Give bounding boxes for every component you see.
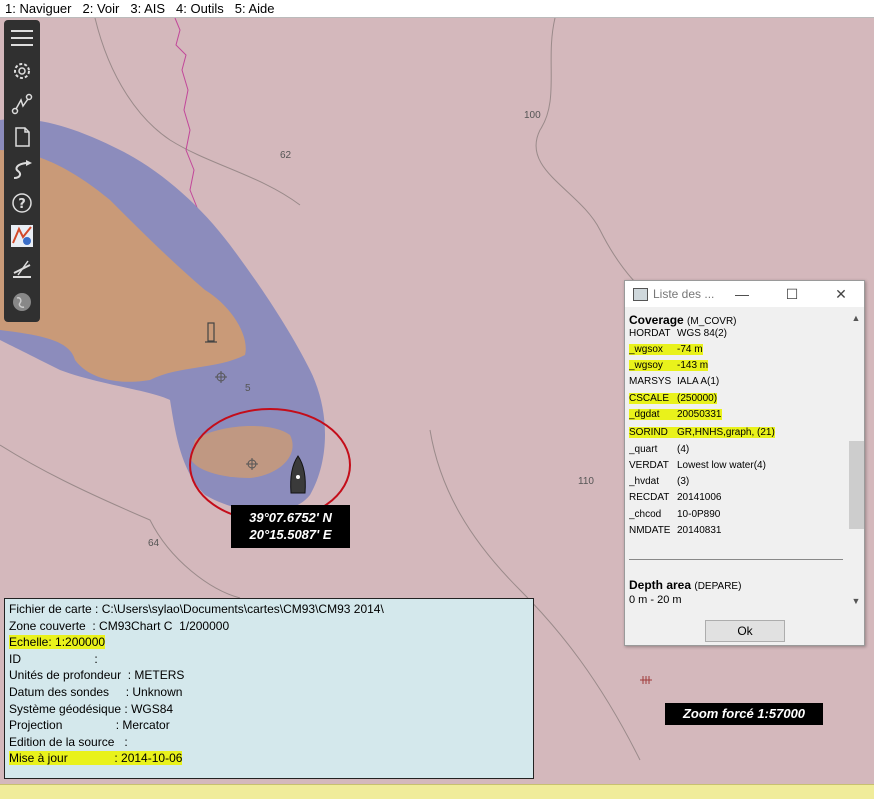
menu-outils[interactable]: 4: Outils — [171, 1, 230, 16]
menu-icon[interactable] — [8, 24, 36, 52]
settings-icon[interactable] — [8, 57, 36, 85]
attribute-value: -74 m — [677, 344, 703, 355]
scrollbar-thumb[interactable] — [849, 441, 864, 529]
status-bar — [0, 784, 874, 799]
attribute-value: 20050331 — [677, 409, 722, 420]
depth-sounding: 64 — [148, 538, 160, 549]
attribute-key: RECDAT — [629, 492, 670, 503]
coverage-code: (M_COVR) — [687, 316, 737, 327]
menu-aide[interactable]: 5: Aide — [230, 1, 281, 16]
projection-text: Projection : Mercator — [9, 718, 170, 733]
ais-icon[interactable] — [8, 255, 36, 283]
attribute-value: (250000) — [677, 393, 718, 404]
attribute-value: Lowest low water(4) — [677, 460, 766, 471]
id-text: ID : — [9, 651, 98, 666]
depth-sounding: 100 — [524, 110, 541, 121]
dialog-title: Liste des ... — [653, 287, 715, 301]
coverage-heading: Coverage (M_COVR) — [629, 313, 737, 327]
coverage-title: Coverage — [629, 313, 684, 327]
menu-voir[interactable]: 2: Voir — [77, 1, 125, 16]
divider — [629, 559, 843, 560]
attribute-value: (3) — [677, 476, 690, 487]
longitude-text: 20°15.5087' E — [249, 527, 332, 542]
menu-bar: 1: Naviguer 2: Voir 3: AIS 4: Outils 5: … — [0, 0, 874, 18]
attribute-value: GR,HNHS,graph, (21) — [677, 427, 775, 438]
main-toolbar: ? — [4, 20, 40, 322]
document-icon[interactable] — [8, 123, 36, 151]
source-edition-text: Edition de la source : — [9, 734, 128, 749]
attribute-key: HORDAT — [629, 328, 671, 339]
maximize-icon[interactable]: ☐ — [781, 284, 803, 304]
attribute-key: _wgsox — [629, 344, 681, 355]
track-icon[interactable] — [8, 156, 36, 184]
coverage-zone-text: Zone couverte : CM93Chart C 1/200000 — [9, 618, 230, 633]
ok-button[interactable]: Ok — [705, 620, 785, 642]
attribute-value: 10-0P890 — [677, 509, 721, 520]
attribute-key: NMDATE — [629, 525, 671, 536]
attribute-value: (4) — [677, 444, 690, 455]
app-icon — [633, 288, 648, 301]
object-list[interactable]: Coverage (M_COVR) HORDAT WGS 84(2) _wgsox -… — [629, 313, 845, 609]
attribute-value: 20140831 — [677, 525, 722, 536]
attribute-value: -143 m — [677, 360, 709, 371]
attribute-value: IALA A(1) — [677, 376, 720, 387]
svg-text:?: ? — [18, 197, 26, 212]
zoom-readout: Zoom forcé 1:57000 — [665, 703, 823, 725]
update-date-text: Mise à jour : 2014-10-06 — [9, 751, 183, 766]
attribute-key: _hvdat — [629, 476, 660, 487]
depth-area-code: (DEPARE) — [694, 581, 742, 592]
attribute-value: WGS 84(2) — [677, 328, 728, 339]
menu-ais[interactable]: 3: AIS — [125, 1, 171, 16]
scale-label: Echelle: — [9, 635, 56, 650]
cursor-position-readout: 39°07.6752' N 20°15.5087' E — [231, 505, 350, 548]
colors-icon[interactable] — [8, 222, 36, 250]
depth-sounding: 62 — [280, 150, 292, 161]
close-icon[interactable]: ✕ — [830, 284, 852, 304]
object-query-dialog: Liste des ... — ☐ ✕ Coverage (M_COVR) HO… — [624, 280, 865, 646]
menu-naviguer[interactable]: 1: Naviguer — [0, 1, 77, 16]
minimize-icon[interactable]: — — [731, 284, 753, 304]
route-icon[interactable] — [8, 90, 36, 118]
obstruction-symbol-icon — [640, 676, 652, 684]
attribute-value: 20141006 — [677, 492, 722, 503]
attribute-key: MARSYS — [629, 376, 672, 387]
dialog-titlebar[interactable]: Liste des ... — ☐ ✕ — [625, 281, 864, 307]
scroll-up-icon[interactable]: ▲ — [848, 313, 864, 323]
scale-row: Echelle: 1:200000 — [9, 634, 529, 651]
attribute-key: _wgsoy — [629, 360, 681, 371]
help-icon[interactable]: ? — [8, 189, 36, 217]
scroll-down-icon[interactable]: ▼ — [848, 596, 864, 606]
chart-file-text: Fichier de carte : C:\Users\sylao\Docume… — [9, 602, 384, 616]
sounding-datum-text: Datum des sondes : Unknown — [9, 684, 183, 699]
globe-icon[interactable] — [8, 288, 36, 316]
depth-units-text: Unités de profondeur : METERS — [9, 668, 185, 683]
chart-info-panel: Fichier de carte : C:\Users\sylao\Docume… — [4, 598, 534, 779]
depth-area-heading: Depth area (DEPARE) — [629, 578, 741, 592]
depth-sounding: 110 — [578, 476, 594, 487]
update-row: Mise à jour : 2014-10-06 — [9, 750, 529, 767]
attribute-key: _chcod — [629, 509, 662, 520]
depth-sounding: 5 — [245, 383, 251, 394]
attribute-key: _quart — [629, 444, 658, 455]
depth-area-range: 0 m - 20 m — [629, 594, 682, 606]
scale-value: 1:200000 — [55, 635, 106, 650]
attribute-key: _dgdat — [629, 409, 678, 420]
geodetic-system-text: Système géodésique : WGS84 — [9, 701, 174, 716]
latitude-text: 39°07.6752' N — [249, 510, 332, 525]
attribute-key: VERDAT — [629, 460, 669, 471]
depth-area-title: Depth area — [629, 578, 692, 592]
